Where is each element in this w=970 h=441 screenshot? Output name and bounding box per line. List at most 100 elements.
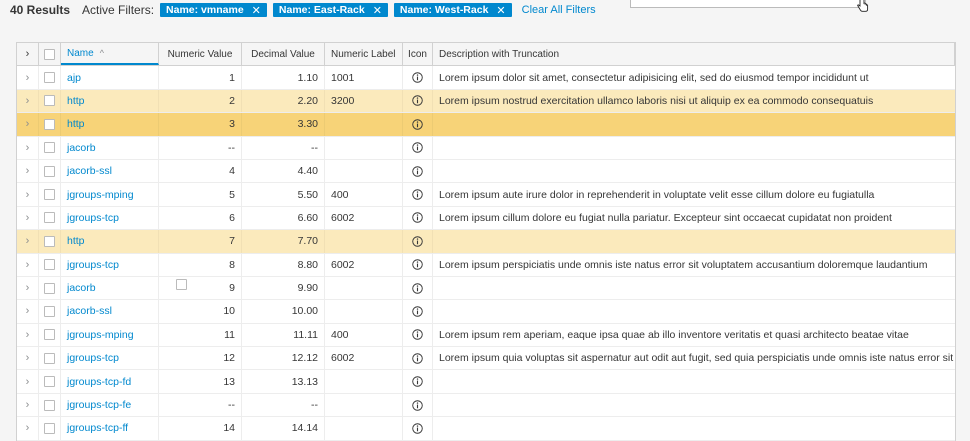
- name-link[interactable]: ajp: [67, 72, 81, 84]
- table-row[interactable]: › jgroups-mping 11 11.11 400 Lorem ipsum rem …: [17, 323, 955, 348]
- row-checkbox[interactable]: [44, 282, 55, 294]
- info-circle-icon[interactable]: [412, 142, 423, 153]
- row-checkbox[interactable]: [44, 399, 55, 411]
- chevron-right-icon[interactable]: ›: [26, 235, 30, 247]
- row-checkbox[interactable]: [44, 95, 55, 107]
- row-expand-toggle[interactable]: ›: [17, 136, 39, 159]
- table-row[interactable]: › jacorb 9 9.90: [17, 276, 955, 301]
- chevron-right-icon[interactable]: ›: [26, 305, 30, 317]
- info-circle-icon[interactable]: [412, 329, 423, 341]
- chevron-right-icon[interactable]: ›: [26, 259, 30, 271]
- chevron-right-icon[interactable]: ›: [26, 422, 30, 434]
- table-row[interactable]: › jacorb-ssl 4 4.40: [17, 159, 955, 184]
- chevron-right-icon[interactable]: ›: [26, 282, 30, 294]
- info-circle-icon[interactable]: [412, 236, 423, 247]
- row-checkbox[interactable]: [44, 189, 55, 201]
- chevron-right-icon[interactable]: ›: [26, 72, 30, 84]
- column-header-name[interactable]: Name ^: [61, 43, 159, 66]
- close-icon[interactable]: ✕: [496, 4, 505, 17]
- row-expand-toggle[interactable]: ›: [17, 393, 39, 417]
- row-checkbox[interactable]: [44, 259, 55, 271]
- close-icon[interactable]: ✕: [252, 4, 261, 17]
- row-checkbox[interactable]: [44, 142, 55, 154]
- row-checkbox[interactable]: [44, 212, 55, 224]
- name-link[interactable]: jacorb: [67, 142, 96, 154]
- info-circle-icon[interactable]: [412, 95, 423, 107]
- chevron-right-icon[interactable]: ›: [26, 212, 30, 224]
- table-row[interactable]: › jgroups-tcp-fe -- --: [17, 393, 955, 418]
- chevron-right-icon[interactable]: ›: [26, 329, 30, 341]
- table-row[interactable]: › jgroups-tcp 8 8.80 6002 Lorem ipsum perspic…: [17, 253, 955, 277]
- row-checkbox[interactable]: [44, 422, 55, 434]
- name-link[interactable]: jgroups-mping: [67, 189, 134, 201]
- chevron-right-icon[interactable]: ›: [26, 165, 30, 177]
- column-header-description[interactable]: Description with Truncation: [433, 43, 955, 66]
- info-circle-icon[interactable]: [412, 353, 423, 364]
- name-link[interactable]: jgroups-tcp: [67, 212, 119, 224]
- name-link[interactable]: jgroups-tcp-fd: [67, 376, 131, 388]
- table-row[interactable]: › jgroups-tcp 12 12.12 6002 Lorem ipsum quia …: [17, 347, 955, 371]
- chevron-right-icon[interactable]: ›: [26, 95, 30, 107]
- row-checkbox[interactable]: [44, 72, 55, 84]
- sort-ascending-icon[interactable]: ^: [100, 48, 104, 58]
- row-expand-toggle[interactable]: ›: [17, 113, 39, 136]
- info-circle-icon[interactable]: [412, 376, 423, 387]
- info-circle-icon[interactable]: [412, 189, 423, 200]
- clear-all-filters-link[interactable]: Clear All Filters: [522, 4, 596, 16]
- table-row[interactable]: › jgroups-tcp 6 6.60 6002 Lorem ipsum cillum …: [17, 206, 955, 231]
- close-icon[interactable]: ✕: [373, 4, 382, 17]
- table-row[interactable]: › jgroups-tcp-fd 13 13.13: [17, 370, 955, 394]
- chevron-right-icon[interactable]: ›: [26, 399, 30, 411]
- column-header-icon[interactable]: Icon: [403, 43, 433, 66]
- info-circle-icon[interactable]: [412, 259, 423, 270]
- select-all-checkbox[interactable]: [44, 48, 55, 60]
- info-circle-icon[interactable]: [412, 282, 423, 294]
- name-link[interactable]: jacorb: [67, 282, 96, 294]
- row-checkbox[interactable]: [44, 165, 55, 177]
- info-circle-icon[interactable]: [412, 165, 423, 177]
- name-link[interactable]: jgroups-tcp-fe: [67, 399, 131, 411]
- chevron-right-icon[interactable]: ›: [26, 142, 30, 154]
- chevron-right-icon[interactable]: ›: [26, 189, 30, 201]
- row-checkbox[interactable]: [44, 118, 55, 130]
- table-row[interactable]: › http 2 2.20 3200 Lorem ipsum nostrud exerci…: [17, 89, 955, 114]
- name-link[interactable]: http: [67, 118, 85, 130]
- row-expand-toggle[interactable]: ›: [17, 253, 39, 276]
- info-circle-icon[interactable]: [412, 212, 423, 224]
- table-row[interactable]: › jacorb-ssl 10 10.00: [17, 300, 955, 324]
- info-circle-icon[interactable]: [412, 72, 423, 83]
- info-circle-icon[interactable]: [412, 119, 423, 130]
- chevron-right-icon[interactable]: ›: [26, 48, 30, 60]
- column-header-numeric-value[interactable]: Numeric Value: [159, 43, 242, 66]
- row-expand-toggle[interactable]: ›: [17, 417, 39, 440]
- floating-checkbox[interactable]: [176, 279, 187, 290]
- row-checkbox[interactable]: [44, 305, 55, 317]
- row-expand-toggle[interactable]: ›: [17, 66, 39, 89]
- info-circle-icon[interactable]: [412, 423, 423, 434]
- table-row[interactable]: › http 3 3.30: [17, 113, 955, 137]
- row-expand-toggle[interactable]: ›: [17, 370, 39, 393]
- row-checkbox[interactable]: [44, 329, 55, 341]
- info-circle-icon[interactable]: [412, 399, 423, 411]
- table-row[interactable]: › http 7 7.70: [17, 230, 955, 254]
- chevron-right-icon[interactable]: ›: [26, 376, 30, 388]
- name-link[interactable]: jacorb-ssl: [67, 305, 112, 317]
- row-expand-toggle[interactable]: ›: [17, 230, 39, 253]
- table-row[interactable]: › jgroups-tcp-ff 14 14.14: [17, 417, 955, 441]
- name-link[interactable]: http: [67, 95, 85, 107]
- row-expand-toggle[interactable]: ›: [17, 89, 39, 113]
- search-input[interactable]: [630, 0, 869, 12]
- row-expand-toggle[interactable]: ›: [17, 276, 39, 300]
- row-expand-toggle[interactable]: ›: [17, 300, 39, 323]
- row-checkbox[interactable]: [44, 352, 55, 364]
- column-header-numeric-label[interactable]: Numeric Label: [325, 43, 403, 66]
- row-expand-toggle[interactable]: ›: [17, 347, 39, 370]
- table-row[interactable]: › jgroups-mping 5 5.50 400 Lorem ipsum aute i…: [17, 183, 955, 207]
- row-checkbox[interactable]: [44, 235, 55, 247]
- row-checkbox[interactable]: [44, 376, 55, 388]
- name-link[interactable]: jgroups-tcp: [67, 352, 119, 364]
- chevron-right-icon[interactable]: ›: [26, 118, 30, 130]
- name-link[interactable]: jgroups-tcp-ff: [67, 422, 128, 434]
- name-link[interactable]: jacorb-ssl: [67, 165, 112, 177]
- info-circle-icon[interactable]: [412, 306, 423, 317]
